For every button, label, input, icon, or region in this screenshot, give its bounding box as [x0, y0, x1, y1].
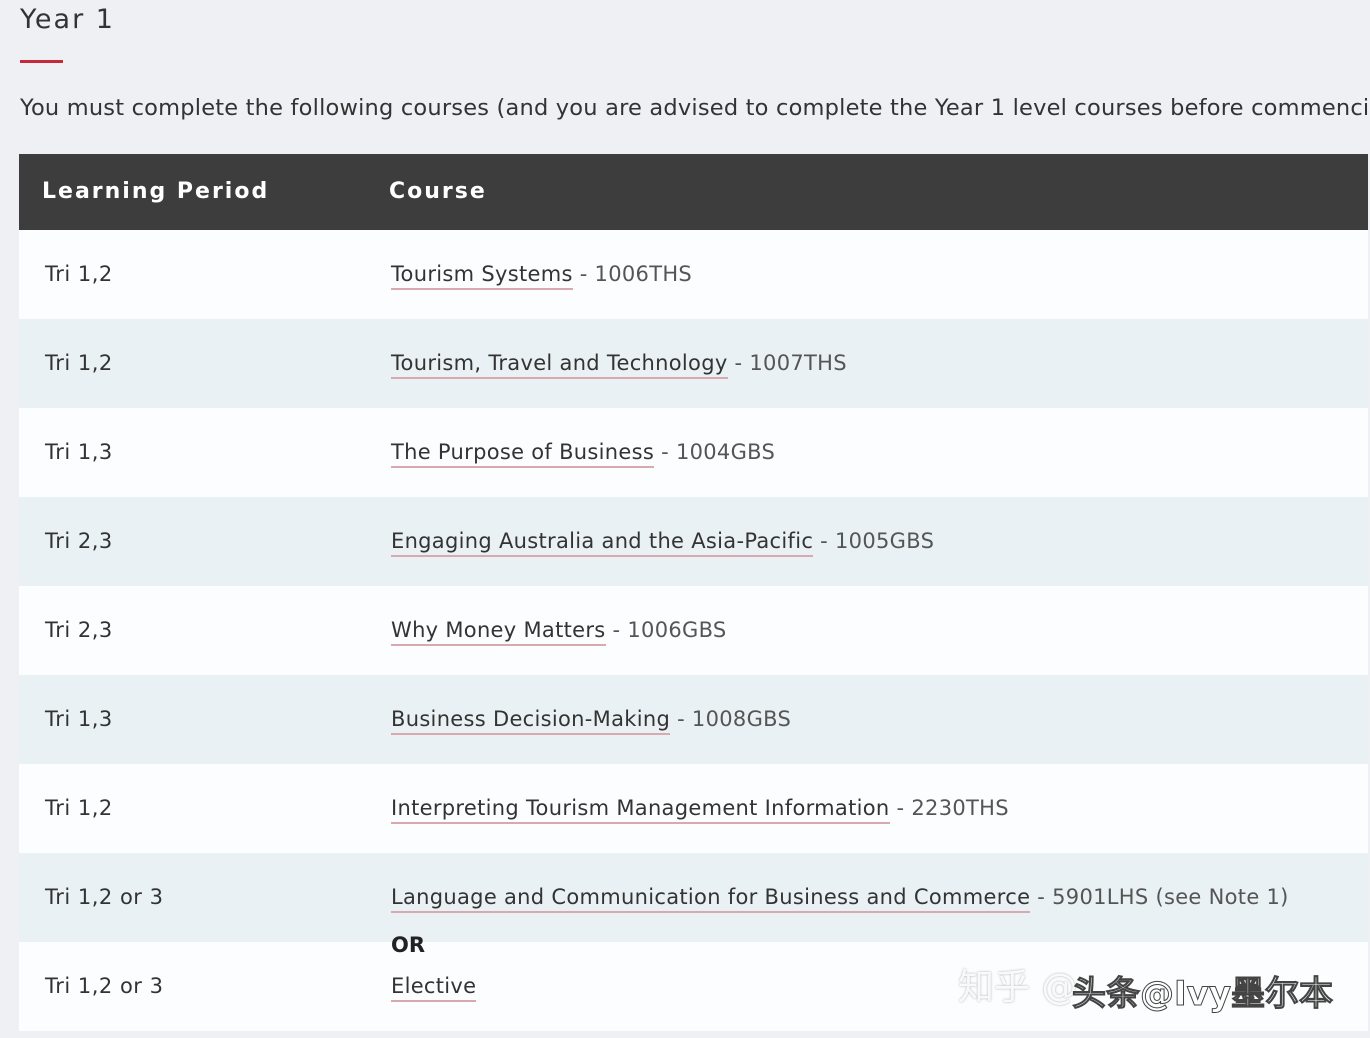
course-code: - 2230THS: [896, 796, 1009, 820]
course-cell: Why Money Matters - 1006GBS: [391, 586, 727, 675]
course-link-elective[interactable]: Elective: [391, 974, 477, 1002]
table-header: Learning Period Course: [19, 154, 1368, 230]
course-cell: Engaging Australia and the Asia-Pacific …: [391, 497, 934, 586]
course-cell: Tourism Systems - 1006THS: [391, 230, 692, 319]
course-cell: Tourism, Travel and Technology - 1007THS: [391, 319, 847, 408]
table-row: Tri 2,3 Engaging Australia and the Asia-…: [19, 497, 1368, 586]
zhihu-watermark: 知乎 @: [958, 967, 1078, 1008]
header-learning-period: Learning Period: [42, 179, 270, 204]
period-cell: Tri 1,3: [45, 707, 113, 731]
course-code: - 1007THS: [734, 351, 847, 375]
header-course: Course: [389, 179, 487, 204]
page-title: Year 1: [20, 4, 115, 35]
title-underline: [20, 60, 63, 63]
course-cell: Language and Communication for Business …: [391, 853, 1289, 942]
table-row: Tri 1,2 Interpreting Tourism Management …: [19, 764, 1368, 853]
period-cell: Tri 1,2 or 3: [45, 885, 164, 909]
course-code: - 1005GBS: [820, 529, 935, 553]
course-link[interactable]: Tourism, Travel and Technology: [391, 351, 728, 379]
table-row: Tri 1,3 Business Decision-Making - 1008G…: [19, 675, 1368, 764]
table-row: Tri 1,3 The Purpose of Business - 1004GB…: [19, 408, 1368, 497]
intro-text: You must complete the following courses …: [20, 95, 1368, 121]
course-code: - 1004GBS: [661, 440, 776, 464]
course-cell: Interpreting Tourism Management Informat…: [391, 764, 1009, 853]
course-link[interactable]: Why Money Matters: [391, 618, 606, 646]
period-cell: Tri 2,3: [45, 529, 113, 553]
period-cell: Tri 1,2 or 3: [45, 974, 164, 998]
page: Year 1 You must complete the following c…: [0, 0, 1370, 1038]
course-link[interactable]: Business Decision-Making: [391, 707, 671, 735]
course-code: - 1006GBS: [612, 618, 727, 642]
period-cell: Tri 2,3: [45, 618, 113, 642]
course-code: - 5901LHS (see Note 1): [1037, 885, 1289, 909]
table-row: Tri 1,2 Tourism, Travel and Technology -…: [19, 319, 1368, 408]
course-table: Learning Period Course Tri 1,2 Tourism S…: [19, 154, 1368, 1032]
or-label: OR: [391, 933, 426, 957]
course-link[interactable]: Interpreting Tourism Management Informat…: [391, 796, 890, 824]
table-row: Tri 1,2 Tourism Systems - 1006THS: [19, 230, 1368, 319]
table-row: Tri 2,3 Why Money Matters - 1006GBS: [19, 586, 1368, 675]
period-cell: Tri 1,2: [45, 262, 113, 286]
period-cell: Tri 1,2: [45, 796, 113, 820]
toutiao-watermark: 头条@Ivy墨尔本: [1072, 974, 1334, 1015]
course-link[interactable]: Language and Communication for Business …: [391, 885, 1031, 913]
course-link[interactable]: The Purpose of Business: [391, 440, 655, 468]
course-cell: The Purpose of Business - 1004GBS: [391, 408, 775, 497]
course-link[interactable]: Tourism Systems: [391, 262, 573, 290]
course-link[interactable]: Engaging Australia and the Asia-Pacific: [391, 529, 814, 557]
table-row: Tri 1,2 or 3 Language and Communication …: [19, 853, 1368, 942]
period-cell: Tri 1,2: [45, 351, 113, 375]
course-code: - 1006THS: [579, 262, 693, 286]
course-code: - 1008GBS: [677, 707, 792, 731]
period-cell: Tri 1,3: [45, 440, 113, 464]
course-cell: Business Decision-Making - 1008GBS: [391, 675, 791, 764]
